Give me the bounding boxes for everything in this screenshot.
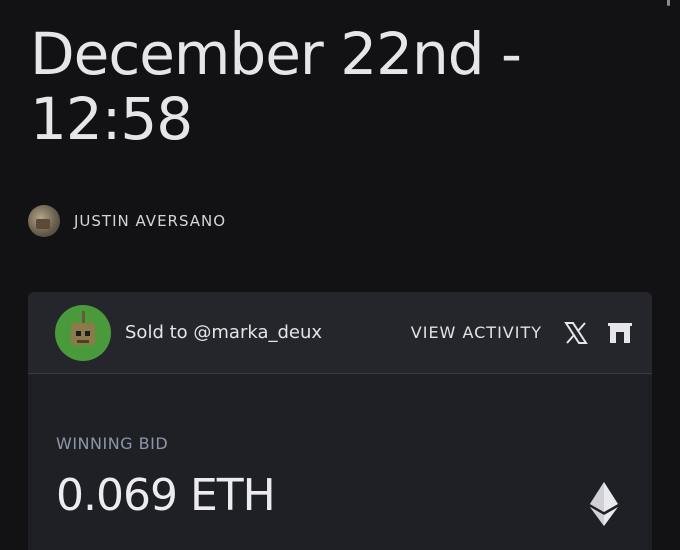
ethereum-icon	[590, 482, 618, 530]
page-title: December 22nd - 12:58	[30, 20, 522, 153]
author-link[interactable]: JUSTIN AVERSANO	[28, 205, 226, 237]
author-avatar	[28, 205, 60, 237]
scrollbar[interactable]	[667, 0, 670, 6]
x-logo-icon[interactable]	[562, 319, 590, 347]
buyer-avatar[interactable]	[55, 304, 111, 361]
winning-bid-label: WINNING BID	[56, 434, 169, 453]
foundation-logo-icon[interactable]	[606, 319, 634, 347]
sold-to-text[interactable]: Sold to @marka_deux	[125, 322, 411, 343]
auction-page: December 22nd - 12:58 JUSTIN AVERSANO So…	[0, 0, 680, 550]
author-name: JUSTIN AVERSANO	[74, 212, 227, 230]
view-activity-link[interactable]: VIEW ACTIVITY	[411, 323, 542, 342]
winning-bid-value: 0.069 ETH	[56, 470, 276, 521]
sale-card: Sold to @marka_deux VIEW ACTIVITY WINNIN…	[28, 292, 652, 550]
sale-card-header: Sold to @marka_deux VIEW ACTIVITY	[28, 292, 652, 374]
winning-bid-section: WINNING BID 0.069 ETH	[28, 374, 652, 550]
